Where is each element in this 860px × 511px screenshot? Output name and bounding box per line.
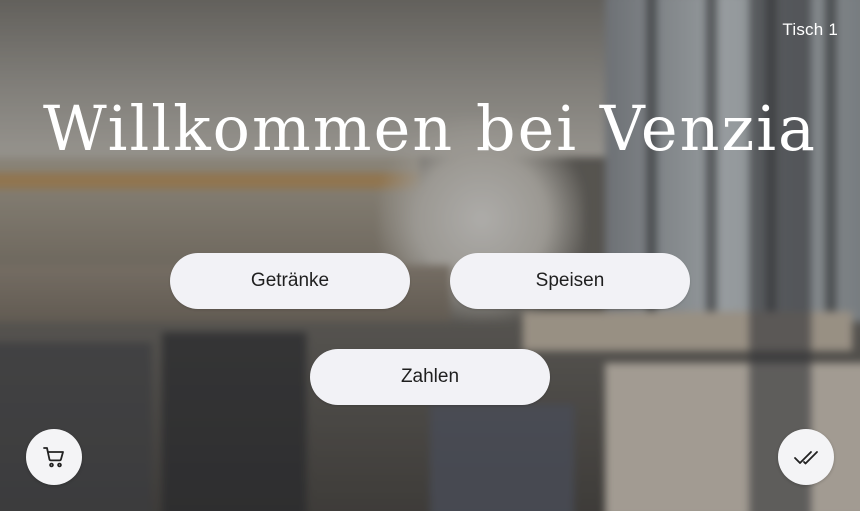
drinks-button[interactable]: Getränke <box>170 253 410 309</box>
page-title: Willkommen bei Venzia <box>42 92 817 165</box>
double-check-icon <box>793 445 819 469</box>
welcome-screen: Tisch 1 Willkommen bei Venzia Getränke S… <box>0 0 860 511</box>
cart-button[interactable] <box>26 429 82 485</box>
pay-button[interactable]: Zahlen <box>310 349 550 405</box>
table-number-label: Tisch 1 <box>782 20 838 39</box>
background-overlay <box>0 0 860 511</box>
food-button[interactable]: Speisen <box>450 253 690 309</box>
cart-icon <box>42 445 66 469</box>
confirm-orders-button[interactable] <box>778 429 834 485</box>
